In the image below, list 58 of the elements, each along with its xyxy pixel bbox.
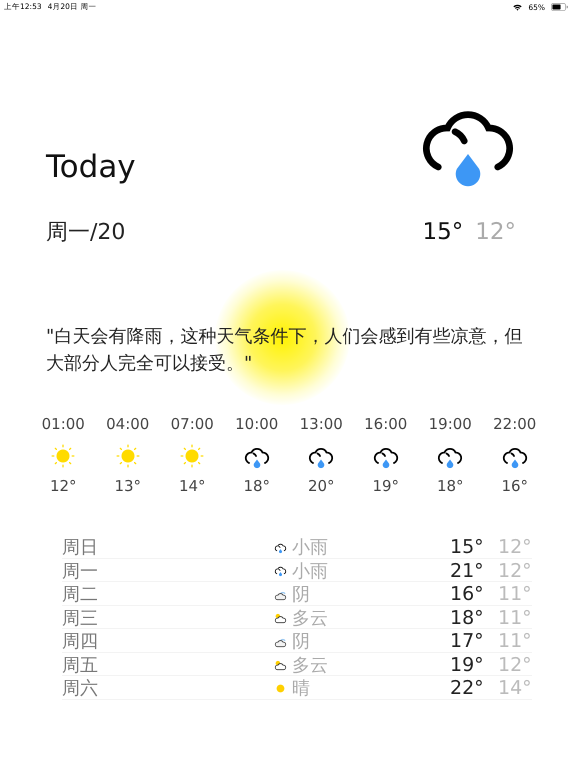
low-temp: 12° bbox=[498, 560, 532, 582]
battery-icon bbox=[551, 3, 568, 11]
low-temp: 11° bbox=[498, 606, 532, 628]
condition-text: 阴 bbox=[292, 630, 310, 653]
day-name: 周四 bbox=[62, 630, 99, 653]
hour-time: 13:00 bbox=[300, 415, 343, 433]
day-name: 周一 bbox=[62, 560, 99, 582]
hour-temp: 12° bbox=[50, 477, 77, 495]
hour-time: 07:00 bbox=[170, 415, 214, 433]
high-temp: 16° bbox=[450, 583, 485, 605]
high-temp: 22° bbox=[450, 677, 485, 699]
low-temp: 14° bbox=[498, 677, 532, 699]
hour-temp: 13° bbox=[114, 477, 142, 495]
hour-temp: 16° bbox=[501, 477, 528, 495]
rain-cloud-icon bbox=[274, 564, 287, 577]
wifi-icon bbox=[513, 4, 522, 10]
high-temp: 21° bbox=[450, 560, 485, 582]
high-temp: 15° bbox=[450, 536, 485, 558]
hour-time: 01:00 bbox=[42, 415, 85, 433]
day-name: 周日 bbox=[62, 536, 99, 559]
hour-temp: 19° bbox=[372, 477, 400, 495]
day-name: 周五 bbox=[62, 654, 99, 676]
hour-time: 04:00 bbox=[106, 415, 150, 433]
condition-text: 多云 bbox=[292, 606, 328, 630]
hour-time: 10:00 bbox=[235, 415, 278, 433]
condition-text: 多云 bbox=[292, 654, 328, 676]
today-date: 周一/20 bbox=[46, 219, 126, 247]
condition-text: 小雨 bbox=[292, 536, 328, 559]
hour-temp: 20° bbox=[308, 477, 335, 495]
day-name: 周六 bbox=[62, 677, 99, 700]
sun-icon bbox=[178, 443, 206, 469]
high-temp: 19° bbox=[450, 654, 485, 676]
day-name: 周三 bbox=[62, 606, 99, 630]
condition-text: 阴 bbox=[292, 583, 310, 606]
high-temp: 18° bbox=[450, 606, 485, 628]
hour-time: 22:00 bbox=[493, 415, 536, 433]
low-temp: 12° bbox=[475, 219, 516, 245]
low-temp: 11° bbox=[498, 630, 532, 652]
sun-icon bbox=[114, 443, 142, 469]
low-temp: 11° bbox=[498, 583, 532, 605]
high-temp: 15° bbox=[422, 219, 464, 245]
low-temp: 12° bbox=[498, 654, 532, 676]
condition-text: 小雨 bbox=[292, 560, 328, 582]
sun-icon bbox=[274, 682, 287, 694]
hour-time: 19:00 bbox=[428, 415, 472, 433]
sun-icon bbox=[49, 443, 78, 469]
low-temp: 12° bbox=[498, 536, 532, 558]
condition-text: 晴 bbox=[292, 677, 310, 700]
hour-temp: 18° bbox=[436, 477, 464, 495]
today-title: Today bbox=[46, 149, 136, 187]
sun-cloud-icon bbox=[274, 611, 287, 624]
day-name: 周二 bbox=[62, 583, 99, 606]
high-temp: 17° bbox=[450, 630, 485, 652]
hour-temp: 14° bbox=[178, 477, 206, 495]
hour-temp: 18° bbox=[243, 477, 270, 495]
forecast-description: "白天会有降雨，这种天气条件下，人们会感到有些凉意，但大部分人完全可以接受。" bbox=[46, 325, 524, 376]
sun-cloud-icon bbox=[274, 658, 287, 671]
hour-time: 16:00 bbox=[364, 415, 408, 433]
